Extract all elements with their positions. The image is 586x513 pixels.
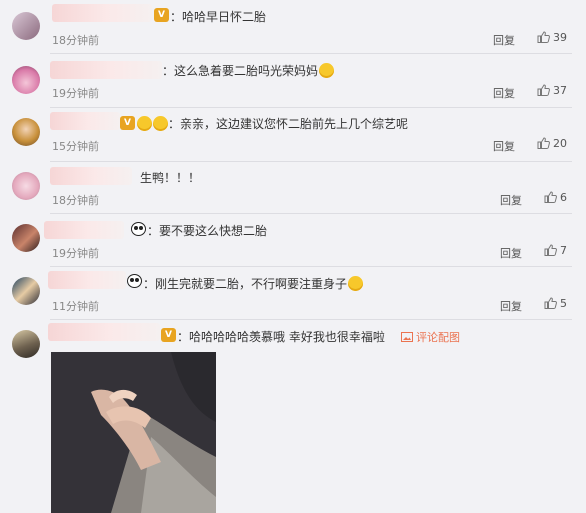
comment-text: 生鸭！！！ [140, 171, 201, 185]
comment-item: 生鸭！！！ 18分钟前 回复 6 [0, 162, 586, 213]
like-count: 6 [560, 191, 567, 204]
avatar[interactable] [12, 277, 40, 305]
avatar[interactable] [12, 66, 40, 94]
smiley-emoji-icon [153, 116, 168, 131]
comment-text-body: ：这么急着要二胎吗光荣妈妈 [162, 64, 319, 78]
vip-badge-icon: V [120, 116, 135, 130]
like-count: 39 [553, 31, 567, 44]
comment-image-link-label: 评论配图 [416, 331, 460, 344]
panda-emoji-icon [131, 222, 146, 236]
comment-time: 18分钟前 [52, 194, 99, 207]
like-button[interactable]: 37 [537, 84, 567, 97]
username-blurred[interactable] [44, 221, 124, 239]
comment-time: 19分钟前 [52, 87, 99, 100]
vip-badge-icon: V [154, 8, 169, 22]
username-blurred[interactable] [50, 61, 162, 79]
comment-text: ：哈哈哈哈哈羡慕哦 幸好我也很幸福啦 [177, 330, 385, 344]
vip-badge-icon: V [161, 328, 176, 342]
comment-item: ：要不要这么快想二胎 19分钟前 回复 7 [0, 214, 586, 266]
comment-time: 18分钟前 [52, 34, 99, 47]
thumbs-up-icon [537, 84, 550, 96]
comment-time: 11分钟前 [52, 300, 99, 313]
reply-button[interactable]: 回复 [500, 245, 522, 261]
avatar[interactable] [12, 12, 40, 40]
comment-time: 15分钟前 [52, 140, 99, 153]
username-blurred[interactable] [48, 271, 126, 289]
thumbs-up-icon [544, 191, 557, 203]
reply-button[interactable]: 回复 [500, 192, 522, 208]
image-icon [401, 332, 413, 342]
like-button[interactable]: 5 [544, 297, 567, 310]
comment-image-link[interactable]: 评论配图 [401, 329, 460, 345]
smiley-emoji-icon [319, 63, 335, 78]
comment-text: ：刚生完就要二胎，不行啊要注重身子 [143, 275, 364, 292]
smiley-emoji-icon [348, 276, 364, 291]
like-button[interactable]: 6 [544, 191, 567, 204]
photo-hands-illustration [51, 352, 216, 513]
comment-text: ：亲亲，这边建议您怀二胎前先上几个综艺呢 [136, 115, 408, 132]
reply-button[interactable]: 回复 [500, 298, 522, 314]
thumbs-up-icon [537, 31, 550, 43]
thumbs-up-icon [544, 297, 557, 309]
avatar[interactable] [12, 224, 40, 252]
like-button[interactable]: 20 [537, 137, 567, 150]
like-button[interactable]: 7 [544, 244, 567, 257]
username-blurred[interactable] [50, 167, 132, 185]
reply-button[interactable]: 回复 [493, 138, 515, 154]
comment-text: ：这么急着要二胎吗光荣妈妈 [162, 62, 335, 79]
like-count: 7 [560, 244, 567, 257]
comment-text-body: ：刚生完就要二胎，不行啊要注重身子 [143, 277, 348, 291]
comment-item: V ：哈哈早日怀二胎 18分钟前 回复 39 [0, 0, 586, 53]
comment-text: ：要不要这么快想二胎 [147, 224, 268, 238]
comment-time: 19分钟前 [52, 247, 99, 260]
reply-button[interactable]: 回复 [493, 32, 515, 48]
comment-item: ：这么急着要二胎吗光荣妈妈 19分钟前 回复 37 [0, 54, 586, 107]
panda-emoji-icon [127, 274, 142, 288]
comment-item: ：刚生完就要二胎，不行啊要注重身子 11分钟前 回复 5 [0, 267, 586, 319]
username-blurred[interactable] [50, 112, 120, 130]
thumbs-up-icon [544, 244, 557, 256]
comment-text-body: ：亲亲，这边建议您怀二胎前先上几个综艺呢 [168, 117, 409, 131]
avatar[interactable] [12, 330, 40, 358]
like-button[interactable]: 39 [537, 31, 567, 44]
thumbs-up-icon [537, 137, 550, 149]
avatar[interactable] [12, 118, 40, 146]
like-count: 20 [553, 137, 567, 150]
username-blurred[interactable] [48, 323, 160, 341]
smiley-emoji-icon [137, 116, 152, 131]
comment-text: ：哈哈早日怀二胎 [170, 10, 267, 24]
comment-item: V ：亲亲，这边建议您怀二胎前先上几个综艺呢 15分钟前 回复 20 [0, 108, 586, 161]
like-count: 5 [560, 297, 567, 310]
comment-photo[interactable] [51, 352, 216, 513]
reply-button[interactable]: 回复 [493, 85, 515, 101]
avatar[interactable] [12, 172, 40, 200]
username-blurred[interactable] [52, 4, 152, 22]
like-count: 37 [553, 84, 567, 97]
